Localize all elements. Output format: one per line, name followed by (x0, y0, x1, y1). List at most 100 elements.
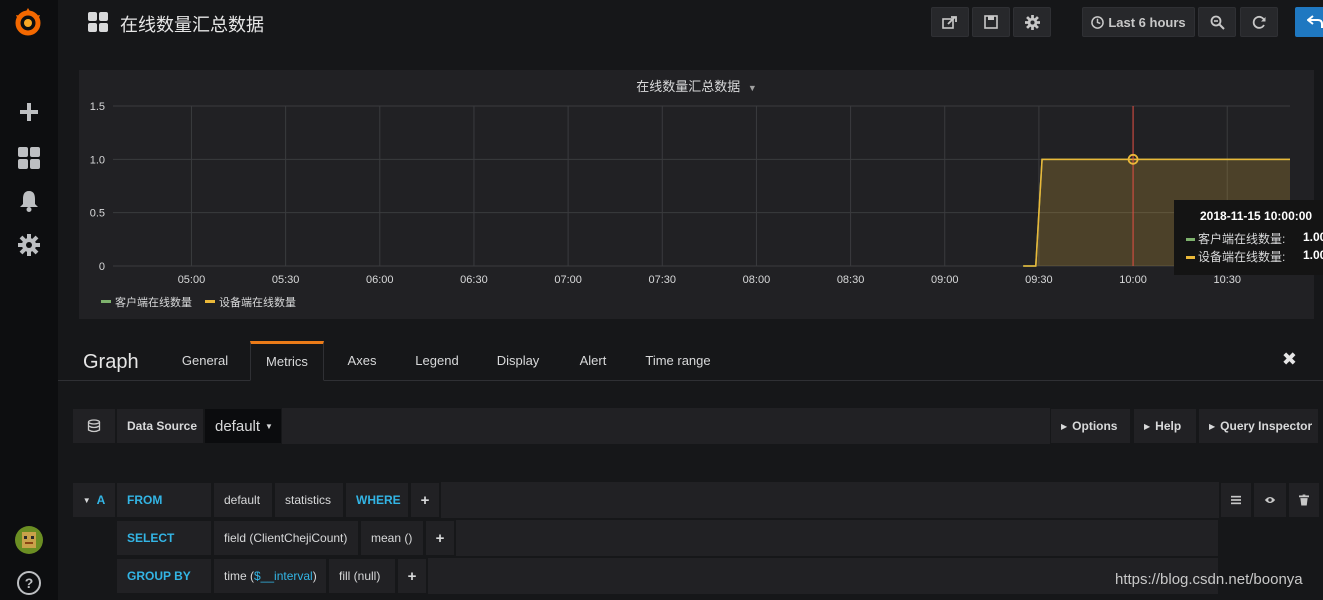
gear-icon (1024, 14, 1040, 30)
caret-right-icon: ▶ (1061, 421, 1068, 431)
toggle-visibility-button[interactable] (1253, 482, 1287, 518)
y-tick-label: 0 (99, 261, 105, 273)
chart-tooltip: 2018-11-15 10:00:00 客户端在线数量: 1.00 设备端在线数… (1174, 200, 1323, 275)
tooltip-row: 客户端在线数量: (1186, 230, 1285, 247)
eye-icon (1264, 497, 1276, 503)
user-avatar[interactable] (15, 526, 43, 554)
editor-title: Graph (83, 351, 139, 373)
delete-query-button[interactable] (1288, 482, 1320, 518)
plus-icon[interactable] (16, 99, 42, 125)
select-row-filler (456, 520, 1218, 556)
where-keyword[interactable]: WHERE (345, 482, 409, 518)
time-picker-button[interactable]: Last 6 hours (1082, 7, 1195, 37)
share-button[interactable] (931, 7, 969, 37)
add-select-button[interactable]: + (425, 520, 455, 556)
save-button[interactable] (972, 7, 1010, 37)
tab-alert[interactable]: Alert (568, 341, 618, 381)
bell-icon[interactable] (16, 188, 42, 214)
tooltip-series-name: 客户端在线数量: (1198, 232, 1286, 246)
interval-variable: $__interval (254, 569, 313, 583)
tab-axes[interactable]: Axes (334, 341, 390, 381)
select-keyword: SELECT (116, 520, 212, 556)
caret-right-icon: ▶ (1209, 421, 1216, 431)
caret-down-icon: ▼ (82, 495, 91, 505)
x-tick-label: 09:00 (931, 274, 959, 286)
query-inspector-button[interactable]: ▶ Query Inspector (1198, 408, 1319, 444)
tooltip-series-name: 设备端在线数量: (1198, 250, 1286, 264)
caret-down-icon: ▼ (265, 421, 273, 431)
group-by-keyword: GROUP BY (116, 558, 212, 594)
from-measurement[interactable]: statistics (274, 482, 344, 518)
x-tick-label: 07:00 (554, 274, 582, 286)
tooltip-value: 1.00 (1303, 230, 1323, 244)
select-field[interactable]: field (ClientChejiCount) (213, 520, 359, 556)
group-by-time[interactable]: time ($__interval) (213, 558, 327, 594)
query-ref-toggle[interactable]: ▼ A (72, 482, 116, 518)
clock-icon (1091, 15, 1105, 29)
menu-icon (1231, 495, 1241, 505)
group-by-fill[interactable]: fill (null) (328, 558, 396, 594)
tab-general[interactable]: General (170, 341, 240, 381)
help-icon[interactable]: ? (17, 571, 41, 595)
datasource-row-filler (282, 408, 1050, 444)
database-icon (72, 408, 116, 444)
tab-legend[interactable]: Legend (404, 341, 470, 381)
query-menu-button[interactable] (1220, 482, 1252, 518)
back-icon (1307, 15, 1323, 28)
chart[interactable]: 0 0.5 1.0 1.5 05:00 05:30 06:00 06:30 07:00 07:30… (79, 70, 1314, 319)
panel-editor-header: Graph General Metrics Axes Legend Displa… (58, 341, 1323, 381)
caret-right-icon: ▶ (1144, 421, 1151, 431)
zoom-out-icon (1210, 15, 1225, 30)
options-label: Options (1072, 419, 1118, 433)
dashboard-grid-icon (88, 12, 108, 32)
settings-button[interactable] (1013, 7, 1051, 37)
x-tick-label: 06:00 (366, 274, 394, 286)
add-group-by-button[interactable]: + (397, 558, 427, 594)
legend-label: 设备端在线数量 (219, 295, 296, 309)
legend-swatch (101, 300, 111, 303)
x-tick-label: 05:30 (272, 274, 300, 286)
side-menu: ? (0, 0, 58, 600)
close-icon[interactable]: ✖ (1282, 349, 1297, 370)
tab-display[interactable]: Display (486, 341, 550, 381)
x-tick-label: 08:00 (743, 274, 771, 286)
datasource-value: default (215, 417, 261, 435)
zoom-out-button[interactable] (1198, 7, 1236, 37)
y-tick-label: 0.5 (90, 208, 105, 220)
x-tick-label: 05:00 (178, 274, 206, 286)
y-tick-label: 1.0 (90, 154, 105, 166)
x-tick-label: 10:00 (1119, 274, 1147, 286)
x-tick-label: 06:30 (460, 274, 488, 286)
datasource-select[interactable]: default ▼ (204, 408, 282, 444)
grafana-logo-icon[interactable] (13, 7, 43, 37)
from-policy[interactable]: default (213, 482, 273, 518)
from-keyword: FROM (116, 482, 212, 518)
y-tick-label: 1.5 (90, 101, 105, 113)
add-where-button[interactable]: + (410, 482, 440, 518)
query-ref-label: A (96, 493, 106, 507)
select-function[interactable]: mean () (360, 520, 424, 556)
tooltip-row: 设备端在线数量: (1186, 248, 1285, 265)
x-tick-label: 09:30 (1025, 274, 1053, 286)
dashboard-title[interactable]: 在线数量汇总数据 (120, 11, 264, 37)
refresh-button[interactable] (1240, 7, 1278, 37)
legend-swatch (1186, 238, 1195, 242)
tab-time-range[interactable]: Time range (636, 341, 720, 381)
group-row-filler (428, 558, 1218, 594)
tooltip-time: 2018-11-15 10:00:00 (1200, 209, 1313, 223)
options-button[interactable]: ▶ Options (1050, 408, 1131, 444)
gear-icon[interactable] (16, 232, 42, 258)
legend-swatch (1186, 256, 1195, 260)
help-label: Help (1155, 419, 1182, 433)
datasource-label: Data Source (116, 408, 204, 444)
refresh-icon (1252, 15, 1265, 29)
help-button[interactable]: ▶ Help (1133, 408, 1197, 444)
time-range-label: Last 6 hours (1108, 14, 1186, 30)
group-time-prefix: time ( (224, 569, 254, 583)
tab-metrics[interactable]: Metrics (250, 341, 324, 381)
group-time-suffix: ) (312, 569, 317, 583)
dashboards-icon[interactable] (16, 145, 42, 171)
x-tick-label: 10:30 (1213, 274, 1241, 286)
back-button[interactable] (1295, 7, 1323, 37)
from-row-filler (441, 482, 1219, 518)
